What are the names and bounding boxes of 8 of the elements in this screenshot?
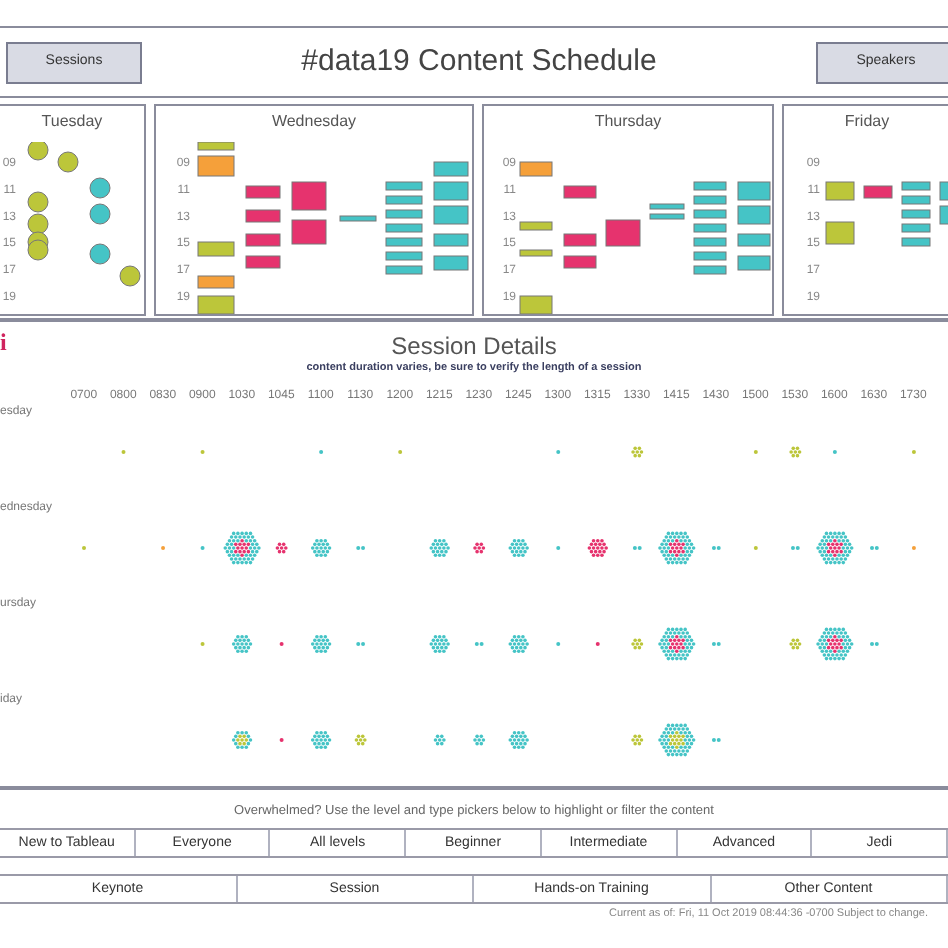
info-icon[interactable]: i [0, 330, 7, 354]
day-title: Thursday [592, 110, 664, 134]
day-title: Tuesday [39, 110, 105, 134]
dashboard-title: #data19 Content Schedule [299, 41, 659, 82]
section-title: Session Details [391, 334, 557, 358]
day-title: Friday [842, 110, 892, 134]
schedule-drawing [825, 181, 948, 247]
day-title: Wednesday [269, 110, 359, 134]
